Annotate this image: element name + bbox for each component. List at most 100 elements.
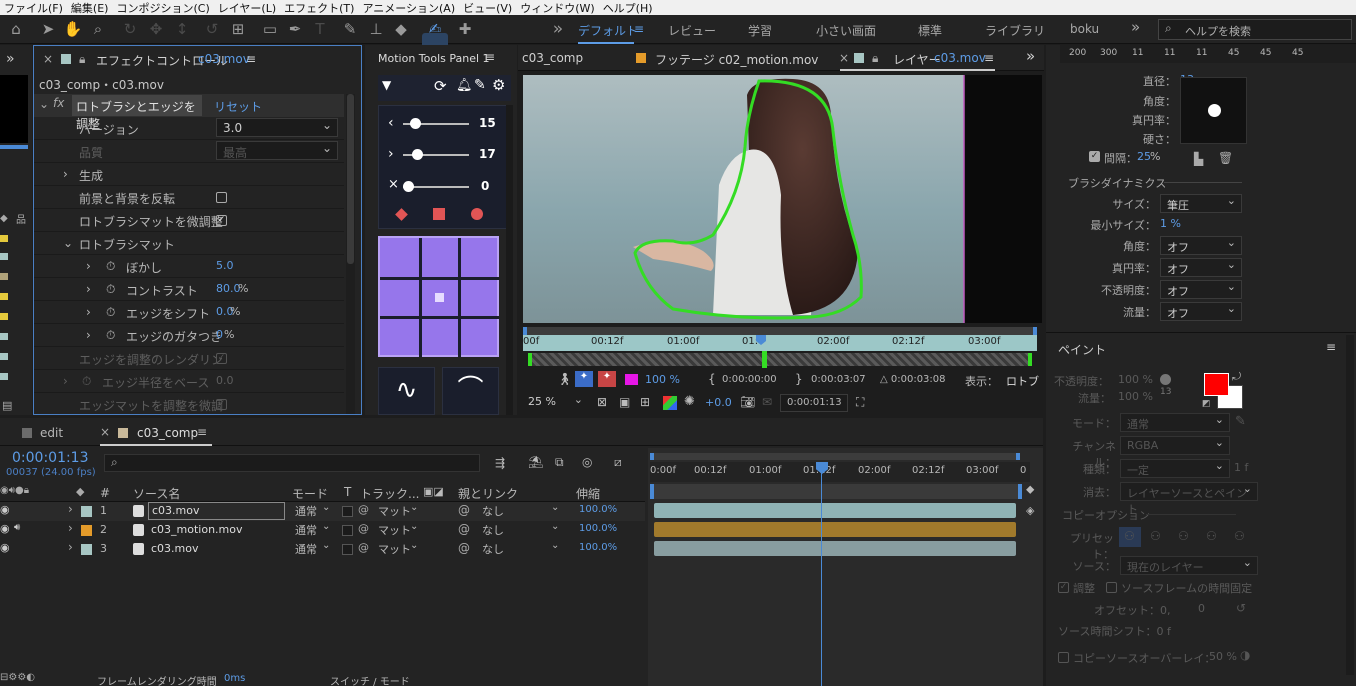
panel-menu-icon[interactable]: ≡ — [246, 52, 256, 66]
chevron-down-icon[interactable]: ⌄ — [63, 236, 73, 250]
menu-window[interactable]: ウィンドウ(W) — [516, 0, 598, 16]
navigator-start[interactable] — [650, 453, 654, 460]
motion-tools-scrollbar[interactable] — [506, 105, 513, 415]
chevron-right-icon[interactable]: › — [68, 540, 73, 554]
chevron-right-icon[interactable]: › — [86, 259, 91, 273]
navigator-end[interactable] — [1016, 453, 1020, 460]
overlay-color-swatch[interactable] — [625, 374, 638, 385]
close-tab-icon[interactable]: × — [100, 425, 110, 439]
audio-icon[interactable]: 🔊︎ — [14, 522, 20, 533]
stopwatch-icon[interactable]: ⏱ — [106, 282, 115, 297]
project-footer-icon[interactable]: ▤ — [2, 399, 12, 412]
layer-label-color[interactable] — [81, 506, 92, 517]
wave-preset-2-icon[interactable]: ⌒ — [442, 367, 499, 415]
dyn-flow-select[interactable]: オフ — [1160, 302, 1242, 321]
dyn-size-select[interactable]: 筆圧 — [1160, 194, 1242, 213]
work-area-bar[interactable] — [523, 327, 1037, 335]
aligned-checkbox[interactable]: ✓ — [1058, 582, 1069, 593]
stopwatch-icon[interactable]: ⏱ — [106, 259, 115, 274]
square-keyframe-icon[interactable] — [433, 208, 445, 220]
feather-value[interactable]: 5.0 — [216, 259, 234, 272]
magnification-select[interactable]: 25 % — [524, 393, 588, 412]
wave-preset-1-icon[interactable]: ∿ — [378, 367, 435, 415]
refresh-icon[interactable]: ⟳ — [434, 77, 447, 95]
tab-edit[interactable]: edit — [40, 426, 63, 440]
layer-stretch[interactable]: 100.0% — [579, 523, 617, 534]
col-mode[interactable]: モード — [292, 485, 328, 502]
workspace-review[interactable]: レビュー — [668, 22, 716, 39]
parent-pickwhip-icon[interactable]: @ — [458, 522, 470, 536]
reset-offset-icon[interactable]: ↺ — [1236, 601, 1246, 615]
menu-edit[interactable]: 編集(E) — [67, 0, 113, 16]
lock-icon[interactable]: 🔒︎ — [79, 52, 85, 67]
lock-source-time-checkbox[interactable] — [1106, 582, 1117, 593]
tab-footage[interactable]: フッテージ c02_motion.mov — [655, 51, 818, 68]
paint-scrollbar[interactable] — [1346, 335, 1354, 675]
work-area-start[interactable] — [650, 484, 654, 499]
brush-tool-icon[interactable]: ✎ — [340, 19, 360, 39]
clone-source-select[interactable]: 現在のレイヤー — [1120, 556, 1258, 575]
parent-select[interactable]: なし — [482, 503, 504, 519]
puppet-pin-icon[interactable]: ✚ — [455, 19, 475, 39]
av-features-icon[interactable]: ◉🔊︎●🔒︎ — [0, 485, 29, 496]
col-stretch[interactable]: 伸縮 — [576, 485, 600, 502]
swap-colors-icon[interactable]: ⤾ — [1232, 370, 1241, 384]
start-time[interactable]: 0:00:00:00 — [722, 374, 777, 385]
track-matte-select[interactable]: マット — [378, 522, 411, 538]
foreground-color-swatch[interactable] — [1204, 373, 1229, 396]
label-column-icon[interactable]: ◆ — [76, 485, 84, 498]
col-t[interactable]: T — [344, 485, 351, 499]
menu-view[interactable]: ビュー(V) — [459, 0, 516, 16]
tab-comp[interactable]: c03_comp — [522, 51, 583, 65]
panel-overflow-icon[interactable]: » — [6, 51, 15, 67]
paint-erase-select[interactable]: レイヤーソースとペイント — [1120, 482, 1258, 516]
layer-bar-3[interactable] — [654, 541, 1016, 556]
dolly-tool-icon[interactable]: ↕ — [172, 19, 192, 39]
current-time-field[interactable]: 0:00:01:13 — [780, 394, 848, 412]
quality-select[interactable]: 最高 — [216, 141, 338, 160]
viewer-canvas[interactable] — [523, 75, 1042, 323]
tab-comp[interactable]: c03_comp — [137, 426, 198, 440]
chevron-right-icon[interactable]: › — [63, 167, 68, 181]
scrollbar-thumb[interactable] — [347, 94, 354, 264]
layer-label-color[interactable] — [81, 544, 92, 555]
chevron-right-icon[interactable]: › — [86, 328, 91, 342]
diamond-keyframe-icon[interactable] — [395, 208, 408, 221]
brush-preset[interactable]: 45 — [1228, 48, 1239, 58]
comp-mini-flowchart-icon[interactable]: ⇶ — [495, 456, 505, 470]
pen-icon[interactable]: ✎ — [474, 77, 486, 93]
tab-layer-file[interactable]: c03.mov — [934, 51, 986, 65]
dyn-min-size-value[interactable]: 1 % — [1160, 217, 1181, 230]
layer-stretch[interactable]: 100.0% — [579, 542, 617, 553]
visibility-icon[interactable]: ◉ — [0, 541, 10, 554]
overlay-opacity[interactable]: 100 % — [645, 373, 680, 386]
chevron-right-icon[interactable]: › — [68, 521, 73, 535]
pan-tool-icon[interactable]: ✥ — [146, 19, 166, 39]
layer-row-3[interactable]: ◉ › 3 c03.mov 通常 ⌄ @ マット ⌄ @ なし ⌄ 100.0% — [0, 540, 645, 559]
menu-composition[interactable]: コンポジション(C) — [112, 0, 213, 16]
end-time[interactable]: 0:00:03:07 — [811, 374, 866, 385]
preserve-transparency-checkbox[interactable] — [342, 506, 353, 517]
person-icon[interactable]: 🚶︎ — [557, 372, 572, 386]
layer-row-1[interactable]: ◉ › 1 c03.mov 通常 ⌄ @ マット ⌄ @ なし ⌄ 100.0% — [0, 502, 645, 521]
refine-edge-matte-checkbox[interactable]: ✓ — [216, 399, 227, 410]
chevron-right-icon[interactable]: › — [86, 305, 91, 319]
motion-tools-title[interactable]: Motion Tools Panel 1 — [378, 52, 490, 65]
bell-icon[interactable]: 🔔︎ — [456, 78, 473, 93]
brush-preset[interactable]: 11 — [1196, 48, 1207, 58]
viewer-time-ruler[interactable]: 00f 00:12f 01:00f 01: 02:00f 02:12f 03:0… — [523, 335, 1037, 351]
track-matte-select[interactable]: マット — [378, 503, 411, 519]
brush-preset[interactable]: 200 — [1069, 48, 1086, 58]
effect-header-row[interactable]: ⌄ fx ロトブラシとエッジを調整 リセット — [34, 94, 344, 131]
stopwatch-icon[interactable]: ⏱ — [82, 374, 91, 389]
clone-preset-5-icon[interactable]: ⚇ — [1234, 529, 1245, 543]
graph-editor-icon[interactable]: ⧄ — [614, 455, 622, 470]
track-matte-pickwhip-icon[interactable]: @ — [358, 522, 369, 535]
rectangle-tool-icon[interactable]: ▭ — [260, 19, 280, 39]
col-parent[interactable]: 親とリンク — [458, 485, 518, 502]
snapshot-icon[interactable]: 📷︎ — [740, 395, 755, 409]
workspace-default[interactable]: デフォルト — [578, 22, 638, 39]
toggle-switches-modes[interactable]: スイッチ / モード — [330, 673, 410, 686]
panel-menu-icon[interactable]: ≡ — [984, 51, 994, 65]
chevron-right-icon[interactable]: › — [63, 374, 68, 388]
